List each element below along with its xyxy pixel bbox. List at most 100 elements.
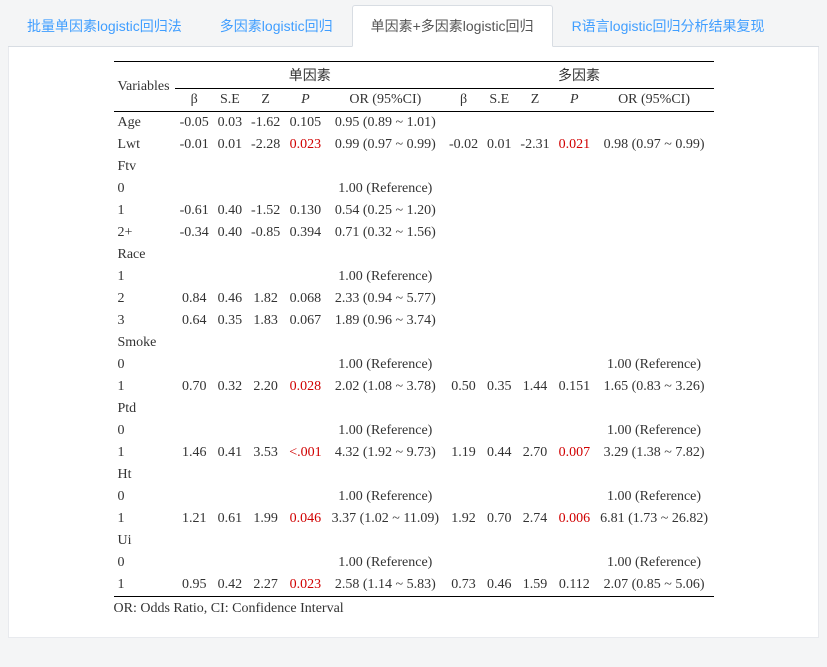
table-row: 11.460.413.53<.0014.32 (1.92 ~ 9.73)1.19…: [114, 442, 714, 464]
uni-p-cell: 0.130: [285, 200, 326, 222]
multi-z-cell: [516, 288, 554, 310]
uni-z-cell: [247, 244, 285, 266]
table-row: Lwt-0.010.01-2.280.0230.99 (0.97 ~ 0.99)…: [114, 134, 714, 156]
uni-b-cell: -0.34: [175, 222, 213, 244]
table-row: 01.00 (Reference)1.00 (Reference): [114, 552, 714, 574]
col-multi-p: P: [554, 89, 595, 112]
multi-or-cell: 1.00 (Reference): [595, 486, 714, 508]
uni-z-cell: -0.85: [247, 222, 285, 244]
uni-se-cell: 0.35: [213, 310, 246, 332]
multi-b-cell: 1.92: [444, 508, 482, 530]
uni-p-cell: [285, 332, 326, 354]
multi-or-cell: [595, 530, 714, 552]
multi-p-cell: [554, 464, 595, 486]
uni-p-cell: 0.068: [285, 288, 326, 310]
multi-b-cell: [444, 200, 482, 222]
col-multi-beta: β: [444, 89, 482, 112]
col-uni-p: P: [285, 89, 326, 112]
regression-table: Variables 单因素 多因素 β S.E Z P OR (95%CI) β…: [114, 61, 714, 597]
multi-z-cell: 1.59: [516, 574, 554, 597]
multi-b-cell: [444, 398, 482, 420]
tab-multivariate[interactable]: 多因素logistic回归: [201, 5, 352, 47]
uni-b-cell: [175, 486, 213, 508]
table-row: Ui: [114, 530, 714, 552]
uni-b-cell: [175, 244, 213, 266]
row-label: Ftv: [114, 156, 176, 178]
multi-or-cell: [595, 112, 714, 135]
multi-se-cell: [483, 332, 516, 354]
uni-b-cell: 0.95: [175, 574, 213, 597]
multi-p-cell: [554, 552, 595, 574]
multi-p-cell: 0.021: [554, 134, 595, 156]
row-label: Age: [114, 112, 176, 135]
multi-se-cell: [483, 266, 516, 288]
uni-z-cell: [247, 156, 285, 178]
table-row: Race: [114, 244, 714, 266]
table-row: 20.840.461.820.0682.33 (0.94 ~ 5.77): [114, 288, 714, 310]
multi-or-cell: [595, 222, 714, 244]
multi-or-cell: [595, 398, 714, 420]
multi-p-cell: [554, 244, 595, 266]
multi-z-cell: [516, 112, 554, 135]
uni-p-cell: 0.067: [285, 310, 326, 332]
row-label: 0: [114, 178, 176, 200]
uni-z-cell: [247, 420, 285, 442]
uni-z-cell: [247, 552, 285, 574]
multi-p-cell: [554, 398, 595, 420]
multi-p-cell: [554, 420, 595, 442]
row-label: 0: [114, 552, 176, 574]
multi-b-cell: [444, 112, 482, 135]
multi-p-cell: [554, 486, 595, 508]
uni-p-cell: <.001: [285, 442, 326, 464]
uni-or-cell: 3.37 (1.02 ~ 11.09): [326, 508, 444, 530]
uni-or-cell: 1.00 (Reference): [326, 552, 444, 574]
row-label: 1: [114, 200, 176, 222]
multi-se-cell: [483, 464, 516, 486]
uni-se-cell: [213, 266, 246, 288]
row-label: 0: [114, 420, 176, 442]
uni-p-cell: 0.046: [285, 508, 326, 530]
multi-p-cell: [554, 266, 595, 288]
multi-or-cell: [595, 156, 714, 178]
uni-p-cell: 0.105: [285, 112, 326, 135]
multi-p-cell: 0.007: [554, 442, 595, 464]
uni-z-cell: -1.52: [247, 200, 285, 222]
multi-z-cell: 2.70: [516, 442, 554, 464]
uni-z-cell: -1.62: [247, 112, 285, 135]
row-label: Smoke: [114, 332, 176, 354]
uni-p-cell: 0.023: [285, 134, 326, 156]
uni-se-cell: 0.32: [213, 376, 246, 398]
uni-se-cell: [213, 552, 246, 574]
multi-or-cell: [595, 332, 714, 354]
multi-or-cell: [595, 266, 714, 288]
multi-se-cell: [483, 288, 516, 310]
multi-p-cell: [554, 354, 595, 376]
tab-bar: 批量单因素logistic回归法 多因素logistic回归 单因素+多因素lo…: [8, 4, 819, 47]
tab-r-reproduce[interactable]: R语言logistic回归分析结果复现: [553, 5, 784, 47]
uni-z-cell: [247, 178, 285, 200]
uni-p-cell: 0.028: [285, 376, 326, 398]
multi-or-cell: 1.00 (Reference): [595, 354, 714, 376]
tab-uni-plus-multi[interactable]: 单因素+多因素logistic回归: [352, 5, 553, 47]
uni-se-cell: 0.01: [213, 134, 246, 156]
multi-se-cell: [483, 112, 516, 135]
tab-batch-univariate[interactable]: 批量单因素logistic回归法: [8, 5, 201, 47]
row-label: 2: [114, 288, 176, 310]
multi-p-cell: 0.151: [554, 376, 595, 398]
row-label: 1: [114, 442, 176, 464]
uni-p-cell: [285, 266, 326, 288]
multi-se-cell: [483, 156, 516, 178]
multi-or-cell: 2.07 (0.85 ~ 5.06): [595, 574, 714, 597]
multi-z-cell: [516, 244, 554, 266]
multi-se-cell: [483, 222, 516, 244]
uni-b-cell: [175, 398, 213, 420]
multi-b-cell: -0.02: [444, 134, 482, 156]
row-label: Race: [114, 244, 176, 266]
uni-b-cell: -0.01: [175, 134, 213, 156]
uni-z-cell: [247, 530, 285, 552]
multi-se-cell: [483, 244, 516, 266]
col-uni-beta: β: [175, 89, 213, 112]
row-label: 1: [114, 376, 176, 398]
multi-se-cell: [483, 486, 516, 508]
uni-z-cell: [247, 486, 285, 508]
